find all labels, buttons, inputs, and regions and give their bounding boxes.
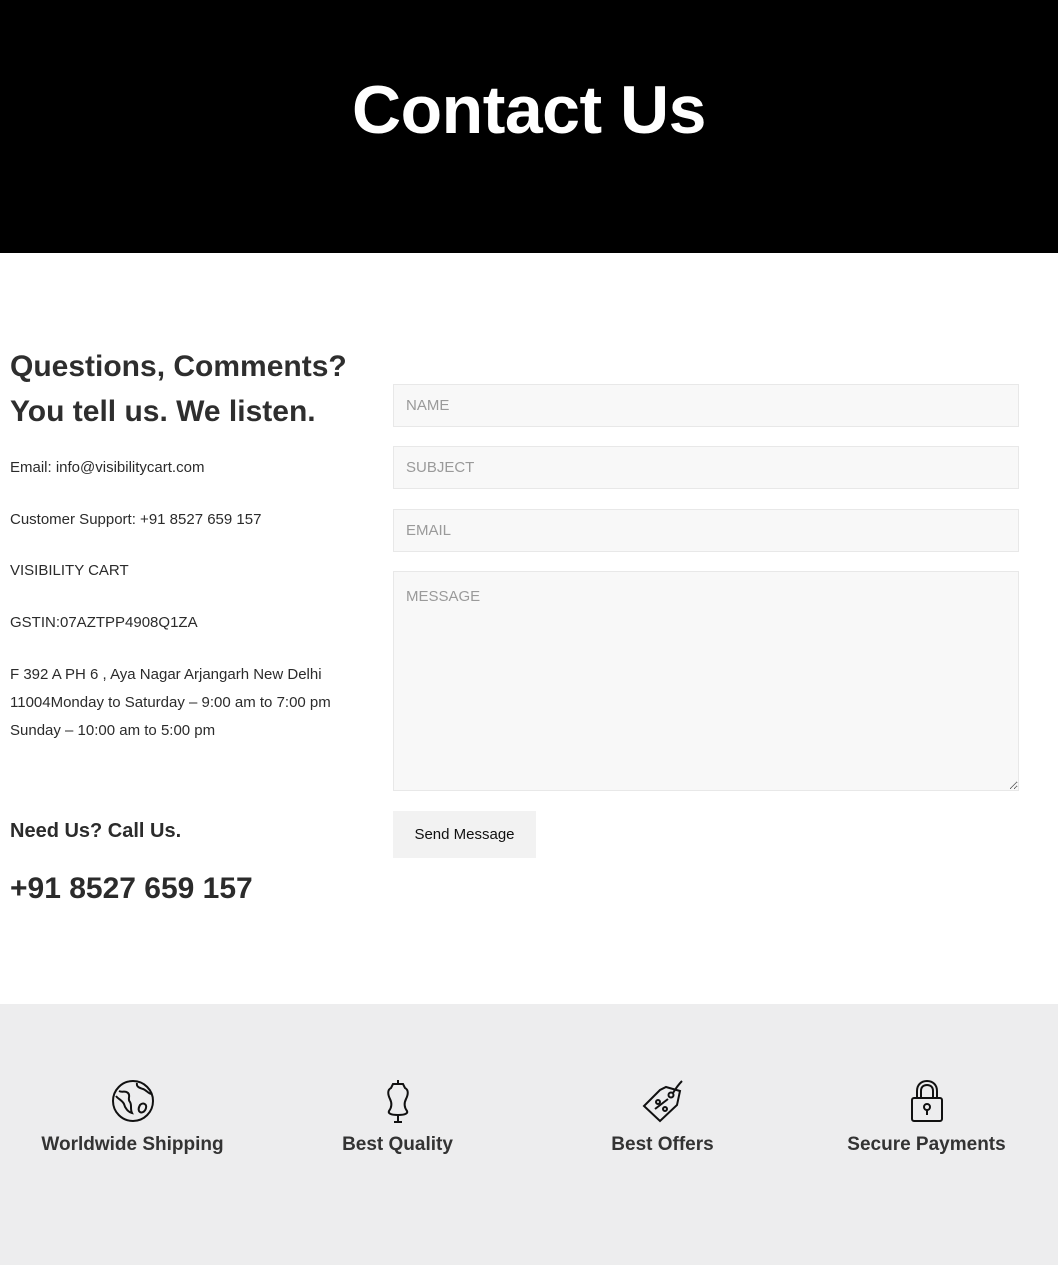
customer-support-phone: Customer Support: +91 8527 659 157 (10, 511, 262, 528)
page-hero: Contact Us (0, 0, 1058, 253)
call-heading: Need Us? Call Us. (10, 820, 182, 842)
dress-form-icon (265, 1078, 530, 1124)
call-number: +91 8527 659 157 (10, 872, 253, 905)
contact-info: Questions, Comments? You tell us. We lis… (10, 344, 370, 739)
feature-worldwide-shipping: Worldwide Shipping (0, 1078, 265, 1156)
feature-label: Best Quality (342, 1134, 453, 1155)
contact-heading-line2: You tell us. We listen. (10, 395, 316, 428)
price-tag-icon (530, 1078, 795, 1124)
gstin-number: GSTIN:07AZTPP4908Q1ZA (10, 614, 198, 631)
contact-heading-line1: Questions, Comments? (10, 350, 347, 383)
feature-best-quality: Best Quality (265, 1078, 530, 1156)
name-input[interactable] (393, 384, 1019, 427)
message-textarea[interactable] (393, 571, 1019, 791)
feature-label: Secure Payments (847, 1134, 1006, 1155)
address-line-1: F 392 A PH 6 , Aya Nagar Arjangarh New D… (10, 666, 322, 683)
address-line-3: Sunday – 10:00 am to 5:00 pm (10, 722, 216, 739)
padlock-icon (794, 1078, 1058, 1124)
feature-best-offers: Best Offers (530, 1078, 795, 1156)
company-name: VISIBILITY CART (10, 562, 129, 579)
email-input[interactable] (393, 509, 1019, 552)
address-line-2: 11004Monday to Saturday – 9:00 am to 7:0… (10, 694, 331, 711)
feature-label: Best Offers (611, 1134, 714, 1155)
contact-email: Email: info@visibilitycart.com (10, 459, 205, 476)
feature-secure-payments: Secure Payments (794, 1078, 1058, 1156)
subject-input[interactable] (393, 446, 1019, 489)
send-message-button[interactable]: Send Message (393, 811, 536, 858)
globe-icon (0, 1078, 265, 1124)
page-title: Contact Us (352, 72, 706, 148)
contact-heading: Questions, Comments? You tell us. We lis… (10, 344, 370, 434)
features-strip: Worldwide Shipping Best Quality Best Off (0, 1004, 1058, 1265)
feature-label: Worldwide Shipping (41, 1134, 224, 1155)
